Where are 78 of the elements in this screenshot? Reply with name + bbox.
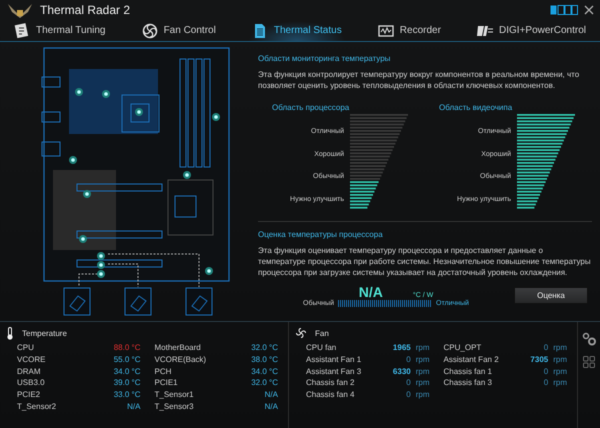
fan-unit: rpm: [553, 378, 567, 388]
rate-button[interactable]: Оценка: [514, 287, 588, 304]
settings-icon[interactable]: [582, 332, 596, 346]
fan-name: Assistant Fan 1: [306, 355, 362, 364]
grid-view-icon[interactable]: [583, 356, 595, 368]
fan-unit: rpm: [416, 355, 430, 364]
description: Эта функция оценивает температуру процессора и предоставляет данные о температуре процессора при работе системы. Незначительное повышение температуры процессора при загрузке системы указывает на достаточный уровень охлаждения.: [258, 245, 592, 278]
sensor-name: T_Sensor2: [17, 402, 56, 411]
fan-tab-icon: [142, 22, 158, 38]
sensor-name: VCORE: [17, 355, 46, 364]
fan-name: Assistant Fan 3: [306, 366, 362, 376]
sensor-name: CPU: [17, 343, 34, 352]
fan-speed: 0: [544, 366, 548, 376]
close-icon[interactable]: [584, 5, 594, 15]
panel-title: Temperature: [22, 328, 67, 338]
temperature-value: 39.0 °C: [114, 378, 140, 388]
temperature-value: N/A: [264, 390, 278, 400]
temperature-value: N/A: [127, 402, 140, 411]
fan-name: CPU fan: [306, 343, 336, 352]
temperature-value: 33.0 °C: [114, 390, 140, 400]
fan-speed: 0: [544, 343, 548, 352]
fan-name: Chassis fan 1: [444, 366, 492, 376]
meter-track-drawing: [350, 114, 408, 180]
temperature-value: 34.0 °C: [251, 366, 278, 376]
fan-icon: [295, 327, 307, 339]
sensor-name: T_Sensor3: [154, 402, 194, 411]
fan-unit: rpm: [416, 378, 430, 388]
temperature-value: 32.0 °C: [251, 378, 278, 388]
fan-unit: rpm: [553, 355, 567, 364]
temperature-value: 88.0 °C: [114, 343, 140, 352]
description: Эта функция контролирует температуру вокруг компонентов в реальном времени, что позволяет оценить уровень тепловыделения в области ключевых компонентов.: [258, 69, 580, 91]
rating-value: N/A: [358, 284, 383, 300]
section-title: Оценка температуры процессора: [258, 230, 384, 239]
tab[interactable]: Fan Control: [138, 20, 220, 40]
tab[interactable]: DIGI+PowerControl: [473, 20, 590, 40]
fan-speed: 0: [406, 390, 411, 400]
sensor-name: PCH: [154, 366, 172, 376]
window-title: Thermal Radar 2: [40, 3, 130, 17]
section-title: Области мониторинга температуры: [258, 54, 392, 63]
tuning-tab-icon: [14, 22, 30, 38]
fan-name: Chassis fan 4: [306, 390, 354, 400]
fan-unit: rpm: [553, 366, 567, 376]
sensor-name: PCIE1: [154, 378, 178, 388]
panel-title: Fan: [315, 328, 329, 338]
sensor-name: MotherBoard: [154, 343, 201, 352]
meter-title: Область видеочипа: [439, 103, 514, 112]
tab[interactable]: Thermal Status: [248, 20, 346, 40]
fan-unit: rpm: [553, 343, 567, 352]
recorder-tab-icon: [378, 22, 394, 38]
mode-toggle-icon[interactable]: [550, 5, 578, 15]
temperature-value: N/A: [264, 402, 278, 411]
sensor-name: DRAM: [17, 366, 41, 376]
fan-name: Chassis fan 2: [306, 378, 354, 388]
fan-name: CPU_OPT: [444, 343, 482, 352]
fan-speed: 7305: [530, 355, 548, 364]
fan-unit: rpm: [416, 390, 430, 400]
fan-name: Assistant Fan 2: [444, 355, 499, 364]
fan-unit: rpm: [416, 366, 430, 376]
meter-title: Область процессора: [272, 103, 350, 112]
sensor-name: T_Sensor1: [154, 390, 194, 400]
sensor-name: USB3.0: [17, 378, 45, 388]
logo-icon: [6, 2, 34, 18]
fan-speed: 1965: [392, 343, 411, 352]
fan-speed: 0: [406, 355, 411, 364]
temperature-value: 55.0 °C: [114, 355, 140, 364]
tab[interactable]: Recorder: [374, 20, 445, 40]
temperature-value: 32.0 °C: [251, 343, 278, 352]
temperature-value: 38.0 °C: [251, 355, 278, 364]
sensor-name: VCORE(Back): [154, 355, 206, 364]
fan-name: Chassis fan 3: [444, 378, 492, 388]
fan-speed: 6330: [392, 366, 411, 376]
sensor-name: PCIE2: [17, 390, 40, 400]
fan-speed: 0: [406, 378, 411, 388]
tab[interactable]: Thermal Tuning: [10, 20, 110, 40]
fan-unit: rpm: [416, 343, 430, 352]
thermometer-icon: [6, 326, 14, 340]
fan-speed: 0: [544, 378, 548, 388]
temperature-value: 34.0 °C: [114, 366, 140, 376]
